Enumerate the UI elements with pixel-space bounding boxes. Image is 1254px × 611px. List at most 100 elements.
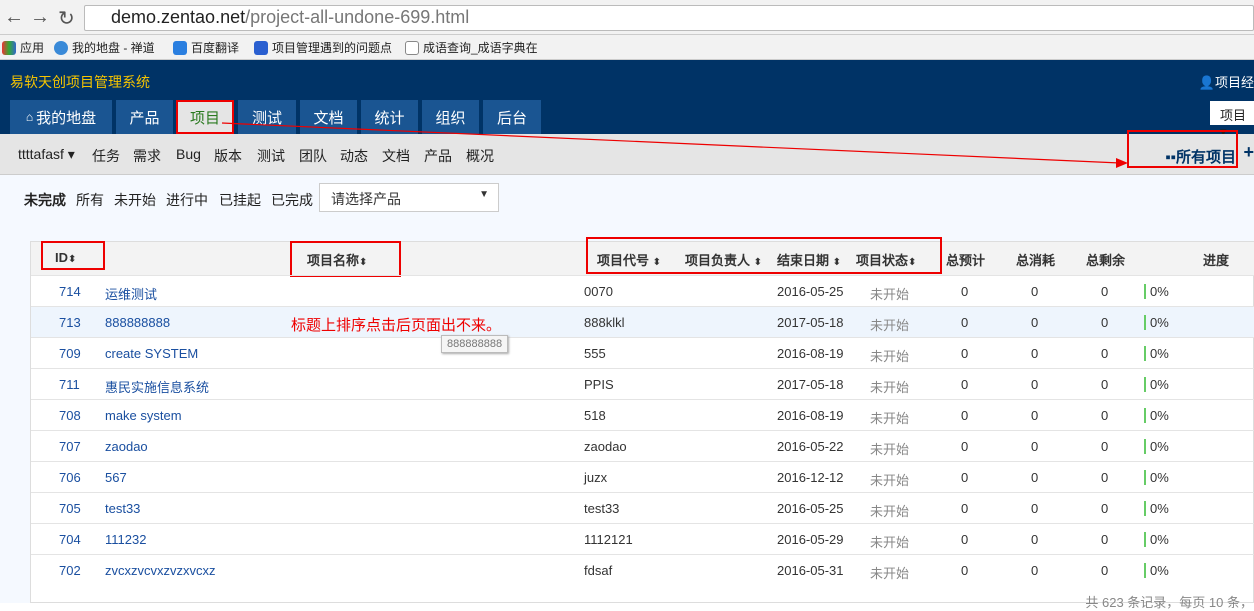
total-left: 0: [1101, 315, 1109, 330]
total-estimate: 0: [961, 439, 969, 454]
project-id-link[interactable]: 705: [59, 501, 81, 516]
total-estimate: 0: [961, 408, 969, 423]
total-estimate: 0: [961, 532, 969, 547]
project-name-link[interactable]: zvcxzvcvxzvzxvcxz: [105, 563, 216, 578]
total-estimate: 0: [961, 501, 969, 516]
total-consumed: 0: [1031, 284, 1039, 299]
pager-summary: 共 623 条记录，每页 10 条，: [1085, 595, 1253, 610]
project-id-link[interactable]: 702: [59, 563, 81, 578]
end-date: 2016-05-29: [777, 532, 844, 547]
project-id-link[interactable]: 706: [59, 470, 81, 485]
project-name-link[interactable]: 567: [105, 470, 127, 485]
filter-undone[interactable]: 未完成: [24, 190, 66, 210]
project-status: 未开始: [870, 349, 910, 364]
table-row[interactable]: 704 111232 1112121 2016-05-29 未开始 0 0 0 0%: [31, 523, 1254, 554]
total-consumed: 0: [1031, 470, 1039, 485]
table-row[interactable]: 705 test33 test33 2016-05-25 未开始 0 0 0 0%: [31, 492, 1254, 523]
end-date: 2017-05-18: [777, 377, 844, 392]
progress: 0%: [1144, 346, 1169, 361]
end-date: 2016-08-19: [777, 408, 844, 423]
total-consumed: 0: [1031, 346, 1039, 361]
project-name-link[interactable]: 888888888: [105, 315, 170, 330]
project-code: test33: [584, 501, 620, 516]
total-left: 0: [1101, 532, 1109, 547]
table-row[interactable]: 702 zvcxzvcvxzvzxvcxz fdsaf 2016-05-31 未开始 0 0…: [31, 554, 1254, 585]
project-code: 1112121: [584, 532, 633, 547]
project-status: 未开始: [870, 535, 910, 550]
end-date: 2017-05-18: [777, 315, 844, 330]
end-date: 2016-05-22: [777, 439, 844, 454]
project-id-link[interactable]: 709: [59, 346, 81, 361]
progress: 0%: [1144, 377, 1169, 392]
caret-down-icon: ▼: [479, 189, 489, 200]
total-left: 0: [1101, 346, 1109, 361]
table-row[interactable]: 707 zaodao zaodao 2016-05-22 未开始 0 0 0 0%: [31, 430, 1254, 461]
project-id-link[interactable]: 714: [59, 284, 81, 299]
project-code: PPIS: [584, 377, 614, 392]
total-left: 0: [1101, 563, 1109, 578]
project-name-link[interactable]: 运维测试: [105, 284, 157, 303]
table-row[interactable]: 709 create SYSTEM 555 2016-08-19 未开始 0 0 0 0%: [31, 337, 1254, 368]
header-left: 总剩余: [1086, 253, 1126, 268]
total-estimate: 0: [961, 377, 969, 392]
filter-wait[interactable]: 未开始: [114, 190, 156, 210]
project-id-link[interactable]: 704: [59, 532, 81, 547]
total-left: 0: [1101, 501, 1109, 516]
total-estimate: 0: [961, 563, 969, 578]
filter-doing[interactable]: 进行中: [166, 190, 208, 210]
project-name-link[interactable]: test33: [105, 501, 140, 516]
progress: 0%: [1144, 501, 1169, 516]
annotation-box: [41, 241, 105, 270]
progress: 0%: [1144, 532, 1169, 547]
header-consumed: 总消耗: [1016, 253, 1056, 268]
project-name-link[interactable]: make system: [105, 408, 182, 423]
end-date: 2016-05-25: [777, 284, 844, 299]
project-name-link[interactable]: create SYSTEM: [105, 346, 198, 361]
annotation-box: [586, 237, 942, 274]
filter-suspended[interactable]: 已挂起: [219, 190, 261, 210]
project-name-link[interactable]: zaodao: [105, 439, 148, 454]
header-progress: 进度: [1203, 253, 1230, 268]
project-code: 555: [584, 346, 606, 361]
end-date: 2016-12-12: [777, 470, 844, 485]
end-date: 2016-05-25: [777, 501, 844, 516]
filter-all[interactable]: 所有: [76, 190, 104, 210]
project-status: 未开始: [870, 380, 910, 395]
project-id-link[interactable]: 711: [59, 377, 80, 392]
total-consumed: 0: [1031, 501, 1039, 516]
total-consumed: 0: [1031, 315, 1039, 330]
total-left: 0: [1101, 470, 1109, 485]
total-consumed: 0: [1031, 563, 1039, 578]
product-select-label: 请选择产品: [331, 191, 401, 207]
total-estimate: 0: [961, 470, 969, 485]
table-row[interactable]: 713 888888888 888klkl 2017-05-18 未开始 0 0 0 0%: [31, 306, 1254, 337]
tooltip: 888888888: [441, 335, 509, 353]
project-status: 未开始: [870, 473, 910, 488]
total-estimate: 0: [961, 315, 969, 330]
project-status: 未开始: [870, 411, 910, 426]
filter-done[interactable]: 已完成: [271, 190, 313, 210]
project-id-link[interactable]: 708: [59, 408, 81, 423]
total-consumed: 0: [1031, 532, 1039, 547]
table-row[interactable]: 706 567 juzx 2016-12-12 未开始 0 0 0 0%: [31, 461, 1254, 492]
table-row[interactable]: 714 运维测试 0070 2016-05-25 未开始 0 0 0 0%: [31, 275, 1254, 306]
table-row[interactable]: 711 惠民实施信息系统 PPIS 2017-05-18 未开始 0 0 0 0%: [31, 368, 1254, 399]
project-table: ID⬍ 项目名称⬍ 项目代号 ⬍ 项目负责人 ⬍ 结束日期 ⬍ 项目状态⬍ 总预…: [30, 237, 1254, 610]
total-estimate: 0: [961, 346, 969, 361]
total-left: 0: [1101, 284, 1109, 299]
project-code: 888klkl: [584, 315, 625, 330]
project-name-link[interactable]: 惠民实施信息系统: [105, 377, 209, 396]
project-code: fdsaf: [584, 563, 613, 578]
project-name-link[interactable]: 111232: [105, 532, 146, 547]
annotation-note: 标题上排序点击后页面出不来。: [291, 317, 502, 334]
total-consumed: 0: [1031, 408, 1039, 423]
table-row[interactable]: 708 make system 518 2016-08-19 未开始 0 0 0 0%: [31, 399, 1254, 430]
progress: 0%: [1144, 408, 1169, 423]
project-id-link[interactable]: 707: [59, 439, 81, 454]
project-status: 未开始: [870, 318, 910, 333]
total-consumed: 0: [1031, 377, 1039, 392]
project-id-link[interactable]: 713: [59, 315, 81, 330]
end-date: 2016-05-31: [777, 563, 844, 578]
product-select[interactable]: 请选择产品 ▼: [319, 183, 499, 212]
project-status: 未开始: [870, 287, 910, 302]
